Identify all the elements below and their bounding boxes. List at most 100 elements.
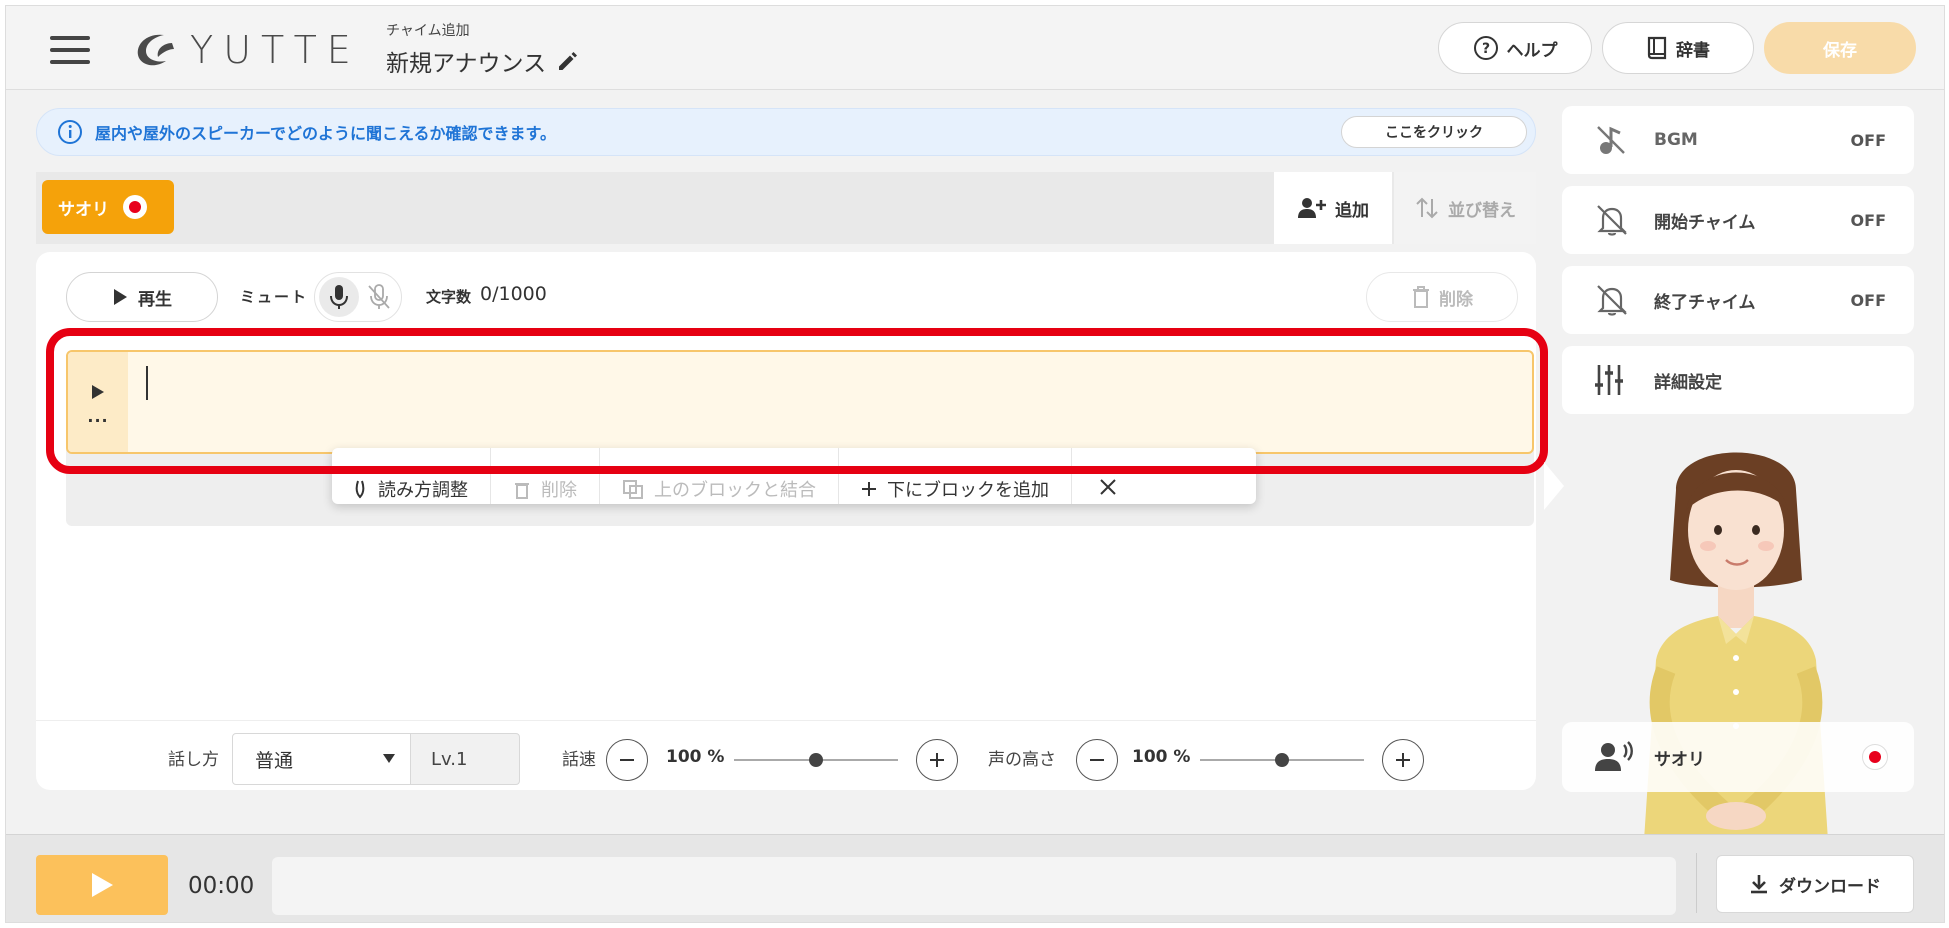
bgm-state: OFF <box>1850 130 1886 150</box>
help-icon: ? <box>1473 36 1498 60</box>
add-block-below-label: 下にブロックを追加 <box>887 480 1049 501</box>
download-label: ダウンロード <box>1779 876 1881 897</box>
pitch-label: 声の高さ <box>988 750 1056 770</box>
close-toolbar-button[interactable] <box>1072 448 1144 504</box>
plus-icon <box>862 482 876 496</box>
page-subtitle: チャイム追加 <box>386 23 470 39</box>
bgm-setting[interactable]: BGM OFF <box>1562 106 1914 174</box>
info-banner: 屋内や屋外のスピーカーでどのように聞こえるか確認できます。 ここをクリック <box>36 108 1536 156</box>
audio-player: 00:00 ダウンロード <box>6 834 1944 922</box>
pitch-value: 100 % <box>1132 747 1191 767</box>
speaking-style-label: 話し方 <box>168 750 219 770</box>
info-text: 屋内や屋外のスピーカーでどのように聞こえるか確認できます。 <box>95 124 556 143</box>
dropdown-arrow-icon <box>383 754 395 763</box>
dictionary-label: 辞書 <box>1676 40 1710 61</box>
end-chime-label: 終了チャイム <box>1654 292 1756 313</box>
speaking-style-value: 普通 <box>255 749 294 772</box>
speed-decrease-button[interactable] <box>606 739 648 781</box>
speaker-tab-saori[interactable]: サオリ <box>42 180 174 234</box>
sort-button[interactable]: 並び替え <box>1394 172 1536 244</box>
header: YUTTE チャイム追加 新規アナウンス ? ヘルプ 辞書 保存 <box>6 6 1944 90</box>
speed-slider[interactable] <box>734 753 898 767</box>
speed-increase-button[interactable] <box>916 739 958 781</box>
speaker-tab-label: サオリ <box>58 199 109 220</box>
svg-text:?: ? <box>1481 41 1489 57</box>
record-icon <box>1862 744 1888 770</box>
char-count-value: 0/1000 <box>480 283 547 305</box>
text-block[interactable]: ... <box>66 350 1534 454</box>
speed-slider-handle[interactable] <box>809 753 823 767</box>
page-title: 新規アナウンス <box>386 51 547 77</box>
close-icon <box>1100 479 1116 495</box>
adjust-reading-button[interactable]: 読み方調整 <box>332 448 491 504</box>
bell-off-icon <box>1597 285 1627 316</box>
block-delete-label: 削除 <box>541 480 577 501</box>
mic-off-icon <box>368 284 390 309</box>
dictionary-button[interactable]: 辞書 <box>1602 22 1754 74</box>
trash-icon <box>515 483 529 499</box>
block-floating-toolbar: 読み方調整 削除 上のブロックと結合 下にブロックを追加 <box>332 448 1256 504</box>
add-label: 追加 <box>1335 200 1369 221</box>
music-off-icon <box>1597 126 1625 154</box>
play-icon <box>114 289 127 305</box>
add-speaker-button[interactable]: 追加 <box>1274 172 1392 244</box>
plus-icon <box>930 753 944 767</box>
mic-icon <box>330 285 348 309</box>
adjust-reading-label: 読み方調整 <box>378 480 468 501</box>
more-icon[interactable]: ... <box>87 409 108 425</box>
download-icon <box>1751 875 1767 894</box>
detail-settings-label: 詳細設定 <box>1654 372 1722 393</box>
reading-icon <box>355 480 365 499</box>
pitch-slider[interactable] <box>1200 753 1364 767</box>
mic-on-button[interactable] <box>319 277 359 317</box>
save-button[interactable]: 保存 <box>1764 22 1916 74</box>
end-chime-setting[interactable]: 終了チャイム OFF <box>1562 266 1914 334</box>
start-chime-setting[interactable]: 開始チャイム OFF <box>1562 186 1914 254</box>
start-chime-state: OFF <box>1850 210 1886 230</box>
preview-play-button[interactable] <box>36 855 168 915</box>
merge-icon <box>623 480 643 499</box>
play-icon[interactable] <box>91 384 105 400</box>
help-button[interactable]: ? ヘルプ <box>1438 22 1592 74</box>
download-button[interactable]: ダウンロード <box>1716 855 1914 913</box>
mute-label: ミュート <box>240 288 309 306</box>
sort-label: 並び替え <box>1448 200 1516 221</box>
merge-above-button[interactable]: 上のブロックと結合 <box>600 448 839 504</box>
save-label: 保存 <box>1823 40 1857 61</box>
help-label: ヘルプ <box>1506 40 1558 61</box>
pencil-icon[interactable] <box>556 49 580 73</box>
speaking-style-select[interactable]: 普通 <box>232 733 412 785</box>
speaker-card[interactable]: サオリ <box>1562 722 1914 792</box>
playback-track[interactable] <box>272 857 1676 915</box>
speaker-strip: サオリ 追加 並び替え <box>36 172 1536 244</box>
detail-settings-button[interactable]: 詳細設定 <box>1562 346 1914 414</box>
click-here-button[interactable]: ここをクリック <box>1341 116 1527 148</box>
pitch-slider-handle[interactable] <box>1275 753 1289 767</box>
pitch-decrease-button[interactable] <box>1076 739 1118 781</box>
playback-time: 00:00 <box>188 873 255 899</box>
style-level: Lv.1 <box>410 733 520 785</box>
block-delete-button[interactable]: 削除 <box>491 448 600 504</box>
voice-controls: 話し方 普通 Lv.1 話速 100 % 声の高さ 100 % <box>36 720 1536 790</box>
add-block-below-button[interactable]: 下にブロックを追加 <box>839 448 1072 504</box>
sliders-icon <box>1595 365 1623 395</box>
hamburger-icon[interactable] <box>50 36 90 64</box>
speaker-voice-icon <box>1595 741 1633 771</box>
text-cursor <box>146 366 148 400</box>
add-user-icon <box>1298 198 1326 218</box>
minus-icon <box>620 759 634 761</box>
pitch-increase-button[interactable] <box>1382 739 1424 781</box>
speed-value: 100 % <box>666 747 725 767</box>
play-label: 再生 <box>138 289 172 310</box>
bgm-label: BGM <box>1654 130 1698 150</box>
app-window: YUTTE チャイム追加 新規アナウンス ? ヘルプ 辞書 保存 屋内や屋外のス… <box>5 5 1945 923</box>
text-block-handle[interactable]: ... <box>68 352 128 452</box>
bubble-pointer <box>1544 462 1564 510</box>
mic-off-button[interactable] <box>359 277 399 317</box>
speaker-name: サオリ <box>1654 749 1705 770</box>
char-count-label: 文字数 <box>426 288 472 306</box>
logo-text: YUTTE <box>190 28 361 72</box>
play-button[interactable]: 再生 <box>66 272 218 322</box>
speed-label: 話速 <box>562 750 596 770</box>
delete-button[interactable]: 削除 <box>1366 272 1518 322</box>
